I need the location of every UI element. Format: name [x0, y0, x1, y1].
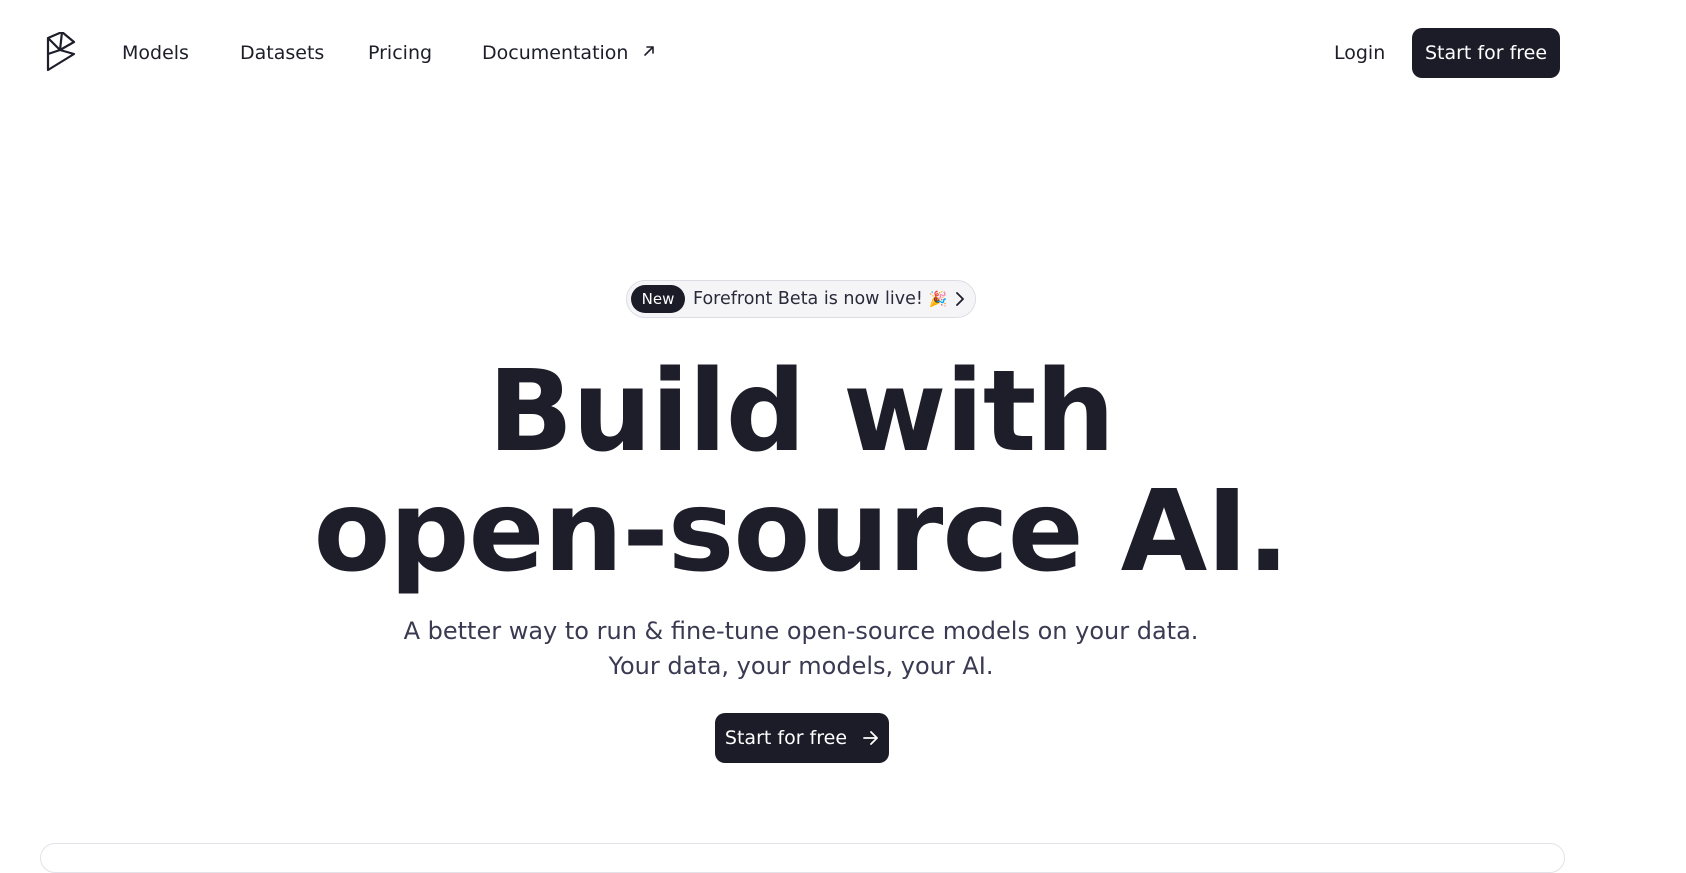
start-for-free-nav-button[interactable]: Start for free [1412, 28, 1560, 78]
nav-link-models[interactable]: Models [122, 41, 189, 65]
hero-subtitle-line-1: A better way to run & fine-tune open-sou… [403, 617, 1199, 645]
hero-title-line-2: open-source AI. [313, 467, 1289, 597]
arrow-up-right-icon [643, 46, 654, 56]
chevron-right-icon [956, 292, 964, 306]
hero-subtitle-line-2: Your data, your models, your AI. [608, 652, 994, 680]
hero-title-line-1: Build with [487, 347, 1115, 477]
product-preview-panel [40, 843, 1565, 873]
nav-link-datasets[interactable]: Datasets [240, 41, 324, 65]
start-for-free-hero-label: Start for free [724, 727, 848, 749]
announcement-text: Forefront Beta is now live! 🎉 [693, 288, 948, 310]
new-badge: New [631, 285, 685, 313]
arrow-right-icon [863, 731, 878, 745]
start-for-free-hero-button[interactable]: Start for free [715, 713, 889, 763]
hero-title: Build with open-source AI. [0, 352, 1602, 592]
main-nav: Models Datasets Pricing Documentation [0, 0, 900, 104]
top-navbar: Models Datasets Pricing Documentation Lo… [0, 0, 1686, 104]
party-popper-icon: 🎉 [928, 290, 948, 308]
nav-link-pricing[interactable]: Pricing [368, 41, 432, 65]
hero-subtitle: A better way to run & fine-tune open-sou… [0, 614, 1602, 684]
announcement-label: Forefront Beta is now live! [693, 289, 923, 309]
nav-link-documentation-label: Documentation [482, 42, 629, 64]
announcement-pill[interactable]: New Forefront Beta is now live! 🎉 [626, 280, 976, 318]
nav-link-documentation[interactable]: Documentation [482, 41, 655, 65]
login-link[interactable]: Login [1334, 41, 1385, 65]
